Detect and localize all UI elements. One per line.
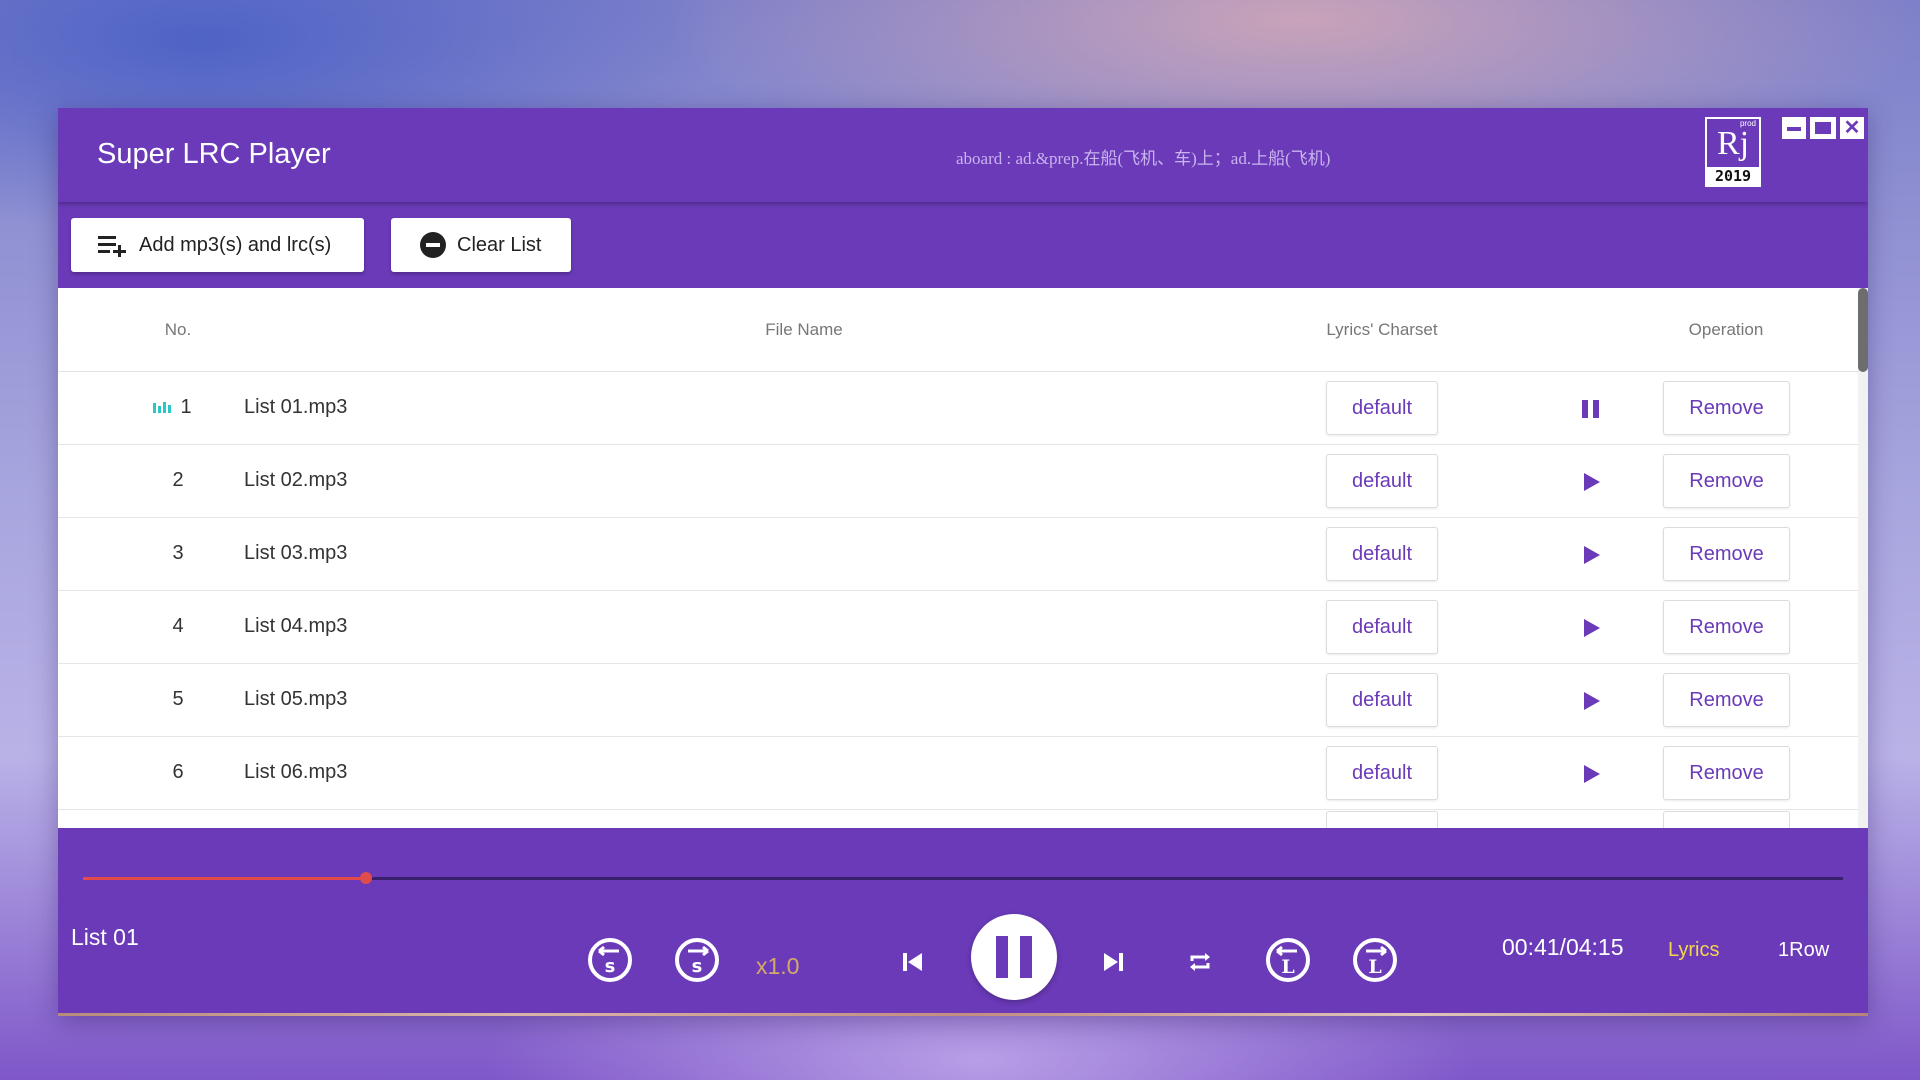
table-scrollbar[interactable] <box>1858 288 1868 828</box>
scrollbar-thumb[interactable] <box>1858 288 1868 372</box>
file-name: List 06.mp3 <box>244 761 348 783</box>
row-number: 3 <box>172 542 184 564</box>
maximize-button[interactable] <box>1810 117 1836 139</box>
charset-button[interactable]: default <box>1326 600 1438 654</box>
subtitle-back-icon: s <box>588 938 632 982</box>
play-icon[interactable] <box>1578 542 1604 568</box>
lyric-forward-icon: L <box>1353 938 1397 982</box>
now-playing-title: List 01 <box>71 924 139 950</box>
logo-prod: prod <box>1739 119 1756 128</box>
app-logo: Rj prod 2019 <box>1705 117 1761 187</box>
add-files-button[interactable]: Add mp3(s) and lrc(s) <box>71 218 364 272</box>
svg-text:s: s <box>605 956 616 977</box>
charset-button[interactable]: default <box>1326 381 1438 435</box>
close-icon: ✕ <box>1843 117 1861 139</box>
clear-list-button[interactable]: Clear List <box>391 218 571 272</box>
clear-list-label: Clear List <box>457 233 542 256</box>
play-icon[interactable] <box>1578 761 1604 787</box>
subtitle-forward-icon: s <box>675 938 719 982</box>
row-number: 4 <box>172 615 184 637</box>
app-window: Super LRC Player aboard : ad.&prep.在船(飞机… <box>58 108 1868 1016</box>
skip-next-icon <box>1104 953 1123 971</box>
row-number: 5 <box>172 688 184 710</box>
charset-button[interactable]: default <box>1326 454 1438 508</box>
remove-button-partial[interactable] <box>1663 811 1790 828</box>
charset-button-partial[interactable] <box>1326 811 1438 828</box>
row-number: 1 <box>180 396 192 418</box>
play-icon[interactable] <box>1578 615 1604 641</box>
charset-button[interactable]: default <box>1326 527 1438 581</box>
pause-icon[interactable] <box>1578 396 1604 422</box>
lyric-forward-button[interactable]: L <box>1351 936 1399 989</box>
play-pause-button[interactable] <box>971 914 1057 1000</box>
playlist-add-icon <box>97 233 129 257</box>
charset-button[interactable]: default <box>1326 673 1438 727</box>
toolbar: Add mp3(s) and lrc(s) Clear List <box>58 202 1868 288</box>
repeat-icon <box>1190 953 1210 971</box>
remove-button[interactable]: Remove <box>1663 527 1790 581</box>
progress-fill <box>83 877 367 880</box>
play-icon[interactable] <box>1578 469 1604 495</box>
column-header-file-name: File Name <box>765 320 843 339</box>
column-header-charset: Lyrics' Charset <box>1326 320 1438 339</box>
playlist-table: No. File Name Lyrics' Charset Operation … <box>58 288 1868 828</box>
table-row[interactable]: 6 List 06.mp3 default Remove <box>58 737 1858 810</box>
file-name: List 04.mp3 <box>244 615 348 637</box>
skip-previous-icon <box>903 953 922 971</box>
app-title: Super LRC Player <box>97 138 331 170</box>
time-display: 00:41/04:15 <box>1502 934 1624 960</box>
row-number: 6 <box>172 761 184 783</box>
lyric-back-button[interactable]: L <box>1264 936 1312 989</box>
minus-circle-icon <box>419 231 447 259</box>
current-lyric-line: aboard : ad.&prep.在船(飞机、车)上；ad.上船(飞机) <box>956 149 1331 168</box>
lyric-back-icon: L <box>1266 938 1310 982</box>
svg-text:L: L <box>1281 956 1294 978</box>
next-button[interactable] <box>1100 949 1126 980</box>
table-row[interactable]: 1 List 01.mp3 default Remove <box>58 372 1858 445</box>
svg-text:s: s <box>692 956 703 977</box>
player-bar: List 01 s s x1.0 L L 00:41/04:15 Lyrics … <box>58 828 1868 1016</box>
play-icon[interactable] <box>1578 688 1604 714</box>
add-files-label: Add mp3(s) and lrc(s) <box>139 233 332 256</box>
previous-button[interactable] <box>900 949 926 980</box>
row-mode-toggle[interactable]: 1Row <box>1778 939 1829 962</box>
subtitle-forward-button[interactable]: s <box>673 936 721 989</box>
table-row[interactable]: 2 List 02.mp3 default Remove <box>58 445 1858 518</box>
column-header-no: No. <box>164 320 192 339</box>
file-name: List 02.mp3 <box>244 469 348 491</box>
table-row[interactable]: 3 List 03.mp3 default Remove <box>58 518 1858 591</box>
file-name: List 01.mp3 <box>244 396 348 418</box>
remove-button[interactable]: Remove <box>1663 454 1790 508</box>
file-name: List 05.mp3 <box>244 688 348 710</box>
now-playing-indicator-icon <box>153 402 171 413</box>
progress-handle[interactable] <box>360 872 373 884</box>
subtitle-back-button[interactable]: s <box>586 936 634 989</box>
logo-year: 2019 <box>1707 167 1759 185</box>
table-row[interactable]: 5 List 05.mp3 default Remove <box>58 664 1858 737</box>
row-number: 2 <box>172 469 184 491</box>
repeat-button[interactable] <box>1187 949 1213 980</box>
svg-text:L: L <box>1368 956 1381 978</box>
remove-button[interactable]: Remove <box>1663 600 1790 654</box>
remove-button[interactable]: Remove <box>1663 673 1790 727</box>
bottom-edge <box>58 1013 1868 1016</box>
title-bar: Super LRC Player aboard : ad.&prep.在船(飞机… <box>58 108 1868 202</box>
pause-icon <box>996 936 1032 978</box>
file-name: List 03.mp3 <box>244 542 348 564</box>
column-header-operation: Operation <box>1688 320 1764 339</box>
playback-speed[interactable]: x1.0 <box>756 953 799 980</box>
table-row[interactable]: 4 List 04.mp3 default Remove <box>58 591 1858 664</box>
remove-button[interactable]: Remove <box>1663 746 1790 800</box>
lyrics-toggle[interactable]: Lyrics <box>1668 939 1719 962</box>
charset-button[interactable]: default <box>1326 746 1438 800</box>
table-header: No. File Name Lyrics' Charset Operation <box>58 288 1858 372</box>
remove-button[interactable]: Remove <box>1663 381 1790 435</box>
progress-bar[interactable] <box>83 872 1843 884</box>
minimize-button[interactable] <box>1782 117 1806 139</box>
close-button[interactable]: ✕ <box>1840 117 1864 139</box>
